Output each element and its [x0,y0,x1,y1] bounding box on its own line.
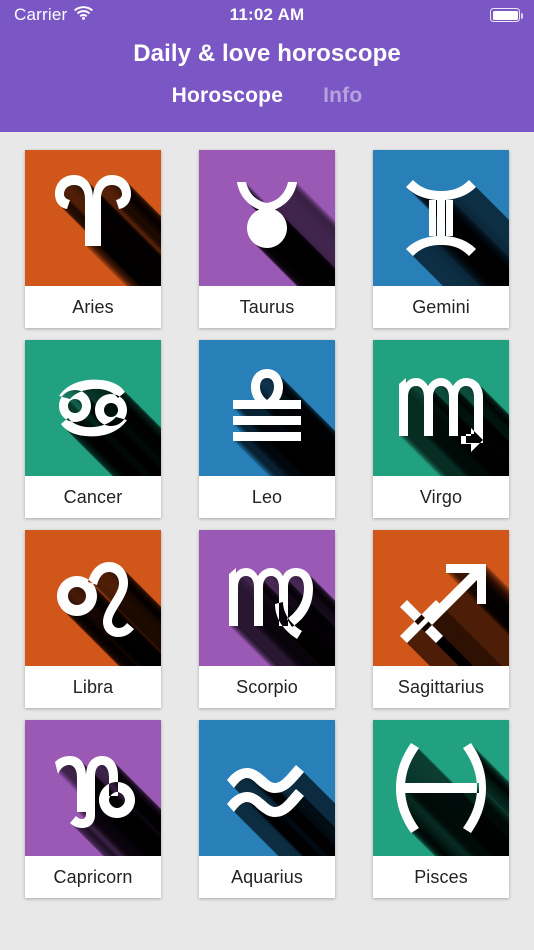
zodiac-card-label: Virgo [419,486,463,507]
pisces-fish-icon [396,743,509,856]
page-title: Daily & love horoscope [133,40,401,67]
cancer-crab-icon [59,379,161,476]
zodiac-tile[interactable] [373,150,509,286]
zodiac-card-label: Libra [72,676,114,697]
zodiac-card-label: Aries [72,296,114,317]
zodiac-card[interactable]: Aries [25,150,161,328]
zodiac-tile[interactable] [25,720,161,856]
taurus-bull-icon [237,182,335,286]
zodiac-tile[interactable] [199,150,335,286]
zodiac-card-label: Cancer [63,486,123,507]
zodiac-grid: Aries Taurus Gemini Cancer Leo Virgo Libra Scor… [0,132,534,950]
zodiac-tile[interactable] [199,530,335,666]
clock-label: 11:02 AM [229,5,305,24]
aries-ram-horns-icon [55,175,161,286]
zodiac-card[interactable]: Gemini [373,150,509,328]
zodiac-tile[interactable] [25,150,161,286]
virgo-maiden-icon [229,568,335,666]
status-bar-right [490,0,523,30]
zodiac-card[interactable]: Taurus [199,150,335,328]
scorpio-scorpion-icon [399,378,509,476]
zodiac-tile[interactable] [373,530,509,666]
zodiac-tile[interactable] [199,340,335,476]
zodiac-card[interactable]: Scorpio [199,530,335,708]
zodiac-card[interactable]: Cancer [25,340,161,518]
zodiac-card-label: Capricorn [53,866,133,887]
app-screen: Carrier 11:02 AM Daily & love horoscope … [0,0,534,950]
gemini-twins-icon [406,180,509,286]
zodiac-tile[interactable] [25,530,161,666]
zodiac-card[interactable]: Capricorn [25,720,161,898]
zodiac-tile[interactable] [373,720,509,856]
tab-info[interactable]: Info [323,84,362,108]
tab-horoscope[interactable]: Horoscope [172,84,284,108]
zodiac-card-label: Taurus [239,296,295,317]
battery-full-icon [490,8,523,22]
zodiac-tile[interactable] [199,720,335,856]
libra-scales-icon [233,369,335,476]
zodiac-card-label: Gemini [412,296,470,317]
zodiac-card[interactable]: Aquarius [199,720,335,898]
tab-bar: Horoscope Info [0,84,534,108]
long-shadow [397,744,509,856]
app-header: Carrier 11:02 AM Daily & love horoscope … [0,0,534,132]
zodiac-card-label: Aquarius [231,866,303,887]
zodiac-card-label: Leo [251,486,283,507]
zodiac-card-label: Sagittarius [397,676,485,697]
zodiac-tile[interactable] [25,340,161,476]
zodiac-card[interactable]: Sagittarius [373,530,509,708]
zodiac-tile[interactable] [373,340,509,476]
zodiac-card-label: Scorpio [236,676,298,697]
aquarius-waves-icon [227,765,335,856]
leo-lion-icon [57,562,161,666]
status-bar: Carrier 11:02 AM [0,0,534,30]
zodiac-card[interactable]: Leo [199,340,335,518]
zodiac-card[interactable]: Libra [25,530,161,708]
sagittarius-arrow-icon [400,564,509,666]
status-bar-center: 11:02 AM [0,0,534,30]
zodiac-card[interactable]: Virgo [373,340,509,518]
zodiac-card-label: Pisces [414,866,468,887]
long-shadow [56,176,161,286]
zodiac-card[interactable]: Pisces [373,720,509,898]
capricorn-goat-icon [55,756,161,856]
